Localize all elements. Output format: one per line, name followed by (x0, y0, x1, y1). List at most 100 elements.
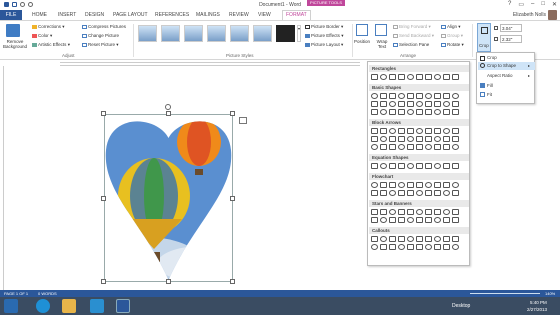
shape-option[interactable] (416, 236, 423, 242)
shape-option[interactable] (434, 217, 441, 223)
desktop-label[interactable]: Desktop (452, 303, 470, 309)
shape-option[interactable] (434, 209, 441, 215)
shape-option[interactable] (425, 244, 432, 250)
shape-option[interactable] (416, 163, 423, 169)
send-backward-button[interactable]: Send Backward ▾ (393, 33, 434, 39)
shape-option[interactable] (407, 244, 414, 250)
shape-option[interactable] (452, 101, 459, 107)
shape-option[interactable] (416, 101, 423, 107)
shape-option[interactable] (452, 74, 459, 80)
tab-home[interactable]: HOME (32, 12, 47, 18)
shape-option[interactable] (398, 236, 405, 242)
shape-option[interactable] (407, 109, 414, 115)
shape-option[interactable] (407, 190, 414, 196)
shape-option[interactable] (371, 236, 378, 242)
shape-option[interactable] (398, 190, 405, 196)
shape-option[interactable] (443, 93, 450, 99)
close-icon[interactable]: ✕ (552, 1, 557, 8)
align-button[interactable]: Align ▾ (441, 24, 461, 30)
shape-option[interactable] (416, 182, 423, 188)
shape-option[interactable] (380, 236, 387, 242)
shape-option[interactable] (416, 74, 423, 80)
shape-option[interactable] (398, 128, 405, 134)
shape-option[interactable] (425, 182, 432, 188)
shape-option[interactable] (371, 144, 378, 150)
shape-option[interactable] (452, 163, 459, 169)
shape-option[interactable] (443, 236, 450, 242)
shape-option[interactable] (398, 74, 405, 80)
shape-option[interactable] (407, 101, 414, 107)
shape-option[interactable] (380, 182, 387, 188)
menu-item-fit[interactable]: Fit (487, 92, 492, 97)
shape-option[interactable] (407, 128, 414, 134)
shape-option[interactable] (407, 144, 414, 150)
shape-option[interactable] (443, 136, 450, 142)
shape-option[interactable] (425, 93, 432, 99)
shape-option[interactable] (416, 244, 423, 250)
resize-handle-top-right[interactable] (230, 111, 235, 116)
resize-handle-bottom-left[interactable] (101, 279, 106, 284)
shape-option[interactable] (434, 190, 441, 196)
shape-option[interactable] (389, 190, 396, 196)
shape-option[interactable] (389, 128, 396, 134)
start-icon[interactable] (4, 299, 18, 313)
shape-option[interactable] (407, 209, 414, 215)
shape-option[interactable] (425, 136, 432, 142)
shape-option[interactable] (380, 144, 387, 150)
shape-option[interactable] (389, 236, 396, 242)
shape-option[interactable] (416, 209, 423, 215)
word-count[interactable]: 0 WORDS (38, 291, 57, 296)
shape-option[interactable] (443, 109, 450, 115)
change-picture-button[interactable]: Change Picture (82, 33, 119, 38)
shape-option[interactable] (371, 217, 378, 223)
shape-option[interactable] (389, 101, 396, 107)
selection-pane-button[interactable]: Selection Pane (393, 42, 429, 47)
shape-option[interactable] (443, 128, 450, 134)
shape-option[interactable] (398, 244, 405, 250)
shape-option[interactable] (380, 101, 387, 107)
shape-option[interactable] (407, 163, 414, 169)
shape-option[interactable] (398, 144, 405, 150)
shape-option[interactable] (371, 182, 378, 188)
shape-option[interactable] (434, 128, 441, 134)
avatar[interactable] (548, 10, 557, 20)
shape-option[interactable] (434, 163, 441, 169)
remove-background-icon[interactable] (6, 24, 20, 37)
picture-effects-button[interactable]: Picture Effects ▾ (305, 33, 343, 39)
shape-option[interactable] (398, 163, 405, 169)
shape-option[interactable] (407, 182, 414, 188)
shape-option[interactable] (443, 190, 450, 196)
shape-option[interactable] (452, 190, 459, 196)
shape-option[interactable] (443, 163, 450, 169)
picture-border-button[interactable]: Picture Border ▾ (305, 24, 343, 30)
shape-option[interactable] (416, 144, 423, 150)
corrections-button[interactable]: Corrections ▾ (32, 24, 65, 30)
shape-option[interactable] (371, 244, 378, 250)
shape-option[interactable] (452, 136, 459, 142)
shape-option[interactable] (425, 144, 432, 150)
clock-time[interactable]: 5:40 PM (530, 300, 547, 305)
compress-pictures-button[interactable]: Compress Pictures (82, 24, 126, 29)
shape-option[interactable] (452, 217, 459, 223)
group-button[interactable]: Group ▾ (441, 33, 463, 39)
minimize-icon[interactable]: – (531, 1, 534, 8)
shape-option[interactable] (452, 144, 459, 150)
zoom-level[interactable]: 140% (545, 291, 555, 296)
shape-option[interactable] (452, 236, 459, 242)
shape-option[interactable] (389, 144, 396, 150)
ribbon-display-icon[interactable]: ▭ (518, 1, 524, 8)
shape-option[interactable] (434, 136, 441, 142)
internet-explorer-icon[interactable] (36, 299, 50, 313)
shape-option[interactable] (452, 128, 459, 134)
shape-option[interactable] (407, 93, 414, 99)
shape-option[interactable] (443, 144, 450, 150)
shape-option[interactable] (452, 93, 459, 99)
shape-option[interactable] (380, 190, 387, 196)
shape-option[interactable] (443, 101, 450, 107)
zoom-slider[interactable] (470, 293, 540, 294)
tab-view[interactable]: VIEW (258, 12, 271, 18)
shape-option[interactable] (380, 209, 387, 215)
shape-option[interactable] (425, 190, 432, 196)
shape-option[interactable] (416, 109, 423, 115)
picture-layout-button[interactable]: Picture Layout ▾ (305, 42, 343, 48)
